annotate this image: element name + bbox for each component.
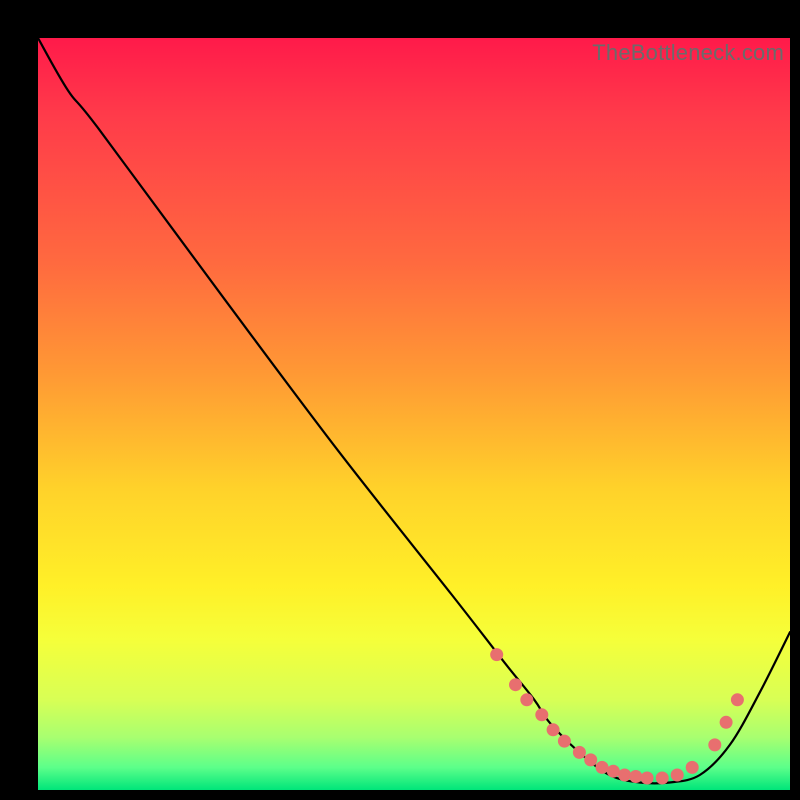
highlight-marker <box>596 761 609 774</box>
highlight-marker <box>584 753 597 766</box>
highlight-marker <box>547 723 560 736</box>
bottleneck-curve-line <box>38 38 790 783</box>
highlight-marker <box>720 716 733 729</box>
highlight-markers <box>490 648 744 784</box>
highlight-marker <box>641 772 654 785</box>
highlight-marker <box>686 761 699 774</box>
bottleneck-chart <box>38 38 790 790</box>
highlight-marker <box>671 769 684 782</box>
highlight-marker <box>629 770 642 783</box>
highlight-marker <box>573 746 586 759</box>
highlight-marker <box>490 648 503 661</box>
highlight-marker <box>520 693 533 706</box>
watermark-text: TheBottleneck.com <box>592 40 784 66</box>
highlight-marker <box>656 772 669 785</box>
highlight-marker <box>731 693 744 706</box>
highlight-marker <box>558 735 571 748</box>
highlight-marker <box>607 765 620 778</box>
plot-area: TheBottleneck.com <box>38 38 790 790</box>
highlight-marker <box>618 769 631 782</box>
highlight-marker <box>535 708 548 721</box>
outer-frame: TheBottleneck.com <box>14 14 786 786</box>
highlight-marker <box>708 738 721 751</box>
highlight-marker <box>509 678 522 691</box>
